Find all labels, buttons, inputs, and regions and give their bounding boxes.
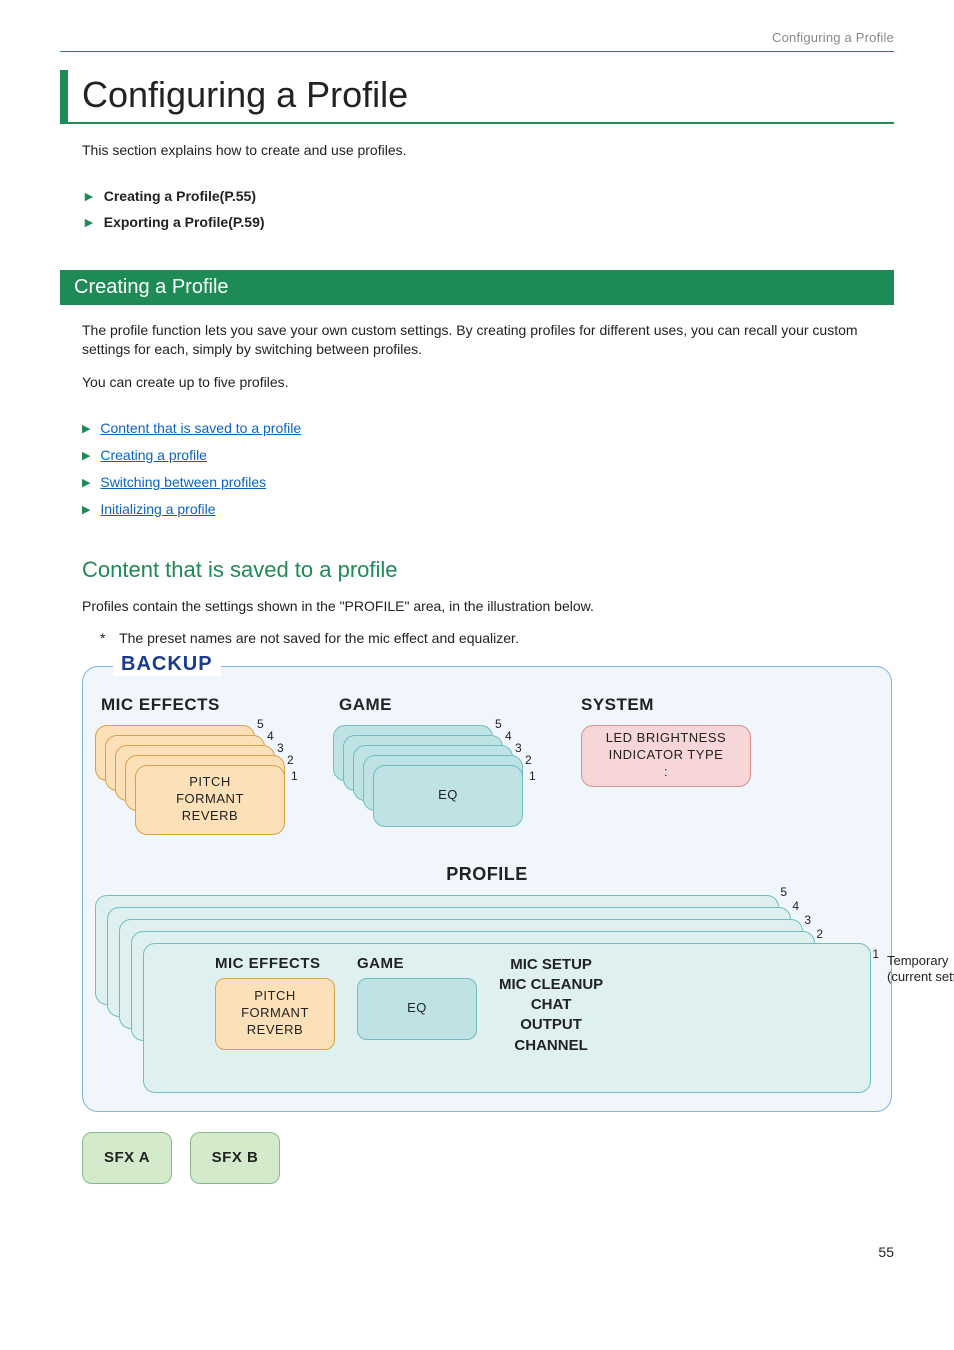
intro-text: This section explains how to create and … bbox=[82, 142, 894, 158]
system-line: : bbox=[664, 764, 668, 781]
toc-main: ► Creating a Profile(P.55) ► Exporting a… bbox=[82, 188, 894, 230]
profile-game-line: EQ bbox=[407, 1000, 427, 1017]
stack-num: 3 bbox=[277, 741, 284, 755]
profile-num: 5 bbox=[780, 885, 787, 899]
profile-game-title: GAME bbox=[357, 955, 477, 972]
profile-stack: 5 4 3 2 1 Temporary (current settings) M… bbox=[95, 895, 879, 1095]
mic-effects-line: PITCH bbox=[189, 774, 231, 791]
toc-item-label: Exporting a Profile(P.59) bbox=[104, 214, 265, 230]
toc-item-label: Creating a Profile(P.55) bbox=[104, 188, 256, 204]
profile-sys-line: MIC CLEANUP bbox=[499, 975, 603, 995]
body-paragraph: The profile function lets you save your … bbox=[82, 321, 894, 359]
stack-num: 5 bbox=[495, 717, 502, 731]
profile-game-card: EQ bbox=[357, 978, 477, 1040]
stack-num: 1 bbox=[291, 769, 298, 783]
page-title: Configuring a Profile bbox=[60, 70, 894, 124]
stack-num: 4 bbox=[267, 729, 274, 743]
page-number: 55 bbox=[60, 1244, 894, 1260]
stack-num: 2 bbox=[525, 753, 532, 767]
mic-card-1: PITCH FORMANT REVERB bbox=[135, 765, 285, 835]
body-paragraph: You can create up to five profiles. bbox=[82, 373, 894, 392]
game-stack: EQ 5 4 3 2 1 bbox=[333, 725, 533, 840]
switching-profiles-link[interactable]: Switching between profiles bbox=[100, 474, 266, 490]
subheading: Content that is saved to a profile bbox=[82, 557, 894, 583]
stack-num: 3 bbox=[515, 741, 522, 755]
profile-mic-line: PITCH bbox=[254, 988, 296, 1005]
initializing-profile-link[interactable]: Initializing a profile bbox=[100, 501, 215, 517]
arrow-right-icon: ► bbox=[82, 214, 96, 230]
note-text: The preset names are not saved for the m… bbox=[119, 630, 519, 646]
link-item: ▶ Creating a profile bbox=[82, 447, 894, 463]
temporary-note-line: (current settings) bbox=[887, 969, 954, 986]
profile-sys-line: CHAT bbox=[499, 995, 603, 1015]
profile-mic-line: REVERB bbox=[247, 1022, 303, 1039]
mic-effects-line: FORMANT bbox=[176, 791, 244, 808]
mic-effects-line: REVERB bbox=[182, 808, 238, 825]
link-item: ▶ Initializing a profile bbox=[82, 501, 894, 517]
content-saved-link[interactable]: Content that is saved to a profile bbox=[100, 420, 301, 436]
mic-effects-title: MIC EFFECTS bbox=[101, 695, 220, 715]
profile-num: 3 bbox=[804, 913, 811, 927]
stack-num: 5 bbox=[257, 717, 264, 731]
stack-num: 1 bbox=[529, 769, 536, 783]
diagram: BACKUP MIC EFFECTS PITCH FORMANT REVERB bbox=[82, 666, 892, 1112]
profile-sys-line: MIC SETUP bbox=[499, 955, 603, 975]
arrow-right-icon: ▶ bbox=[82, 450, 90, 462]
divider bbox=[60, 51, 894, 52]
game-card-1: EQ bbox=[373, 765, 523, 827]
creating-profile-link[interactable]: Creating a profile bbox=[100, 447, 207, 463]
system-card: LED BRIGHTNESS INDICATOR TYPE : bbox=[581, 725, 751, 787]
profile-label: PROFILE bbox=[95, 864, 879, 885]
sfx-b-box: SFX B bbox=[190, 1132, 280, 1184]
section-heading: Creating a Profile bbox=[60, 270, 894, 305]
header-section-label: Configuring a Profile bbox=[60, 30, 894, 45]
profile-mic-title: MIC EFFECTS bbox=[215, 955, 335, 972]
temporary-note: Temporary (current settings) bbox=[887, 953, 954, 987]
backup-label: BACKUP bbox=[113, 653, 221, 676]
profile-sys-line: OUTPUT bbox=[499, 1015, 603, 1035]
backup-frame: BACKUP MIC EFFECTS PITCH FORMANT REVERB bbox=[82, 666, 892, 1112]
arrow-right-icon: ▶ bbox=[82, 477, 90, 489]
profile-mic-card: PITCH FORMANT REVERB bbox=[215, 978, 335, 1050]
profile-frame: PROFILE 5 4 3 2 1 Temporary (current set… bbox=[95, 864, 879, 1095]
game-title: GAME bbox=[339, 695, 392, 715]
profile-num: 2 bbox=[816, 927, 823, 941]
system-line: LED BRIGHTNESS bbox=[606, 730, 726, 747]
system-title: SYSTEM bbox=[581, 695, 654, 715]
system-line: INDICATOR TYPE bbox=[609, 747, 724, 764]
arrow-right-icon: ▶ bbox=[82, 504, 90, 516]
sfx-a-box: SFX A bbox=[82, 1132, 172, 1184]
arrow-right-icon: ▶ bbox=[82, 423, 90, 435]
toc-item[interactable]: ► Exporting a Profile(P.59) bbox=[82, 214, 894, 230]
note-item: * The preset names are not saved for the… bbox=[100, 630, 894, 646]
body-paragraph: Profiles contain the settings shown in t… bbox=[82, 597, 894, 616]
profile-num: 1 bbox=[872, 947, 879, 961]
link-item: ▶ Switching between profiles bbox=[82, 474, 894, 490]
arrow-right-icon: ► bbox=[82, 188, 96, 204]
toc-item[interactable]: ► Creating a Profile(P.55) bbox=[82, 188, 894, 204]
asterisk-icon: * bbox=[100, 630, 105, 646]
profile-mic-line: FORMANT bbox=[241, 1005, 309, 1022]
profile-sys-labels: MIC SETUP MIC CLEANUP CHAT OUTPUT CHANNE… bbox=[499, 955, 603, 1056]
temporary-note-line: Temporary bbox=[887, 953, 954, 970]
stack-num: 4 bbox=[505, 729, 512, 743]
link-item: ▶ Content that is saved to a profile bbox=[82, 420, 894, 436]
game-line: EQ bbox=[438, 787, 458, 804]
mic-effects-stack: PITCH FORMANT REVERB 5 4 3 2 1 bbox=[95, 725, 295, 840]
profile-sys-line: CHANNEL bbox=[499, 1036, 603, 1056]
profile-num: 4 bbox=[792, 899, 799, 913]
stack-num: 2 bbox=[287, 753, 294, 767]
